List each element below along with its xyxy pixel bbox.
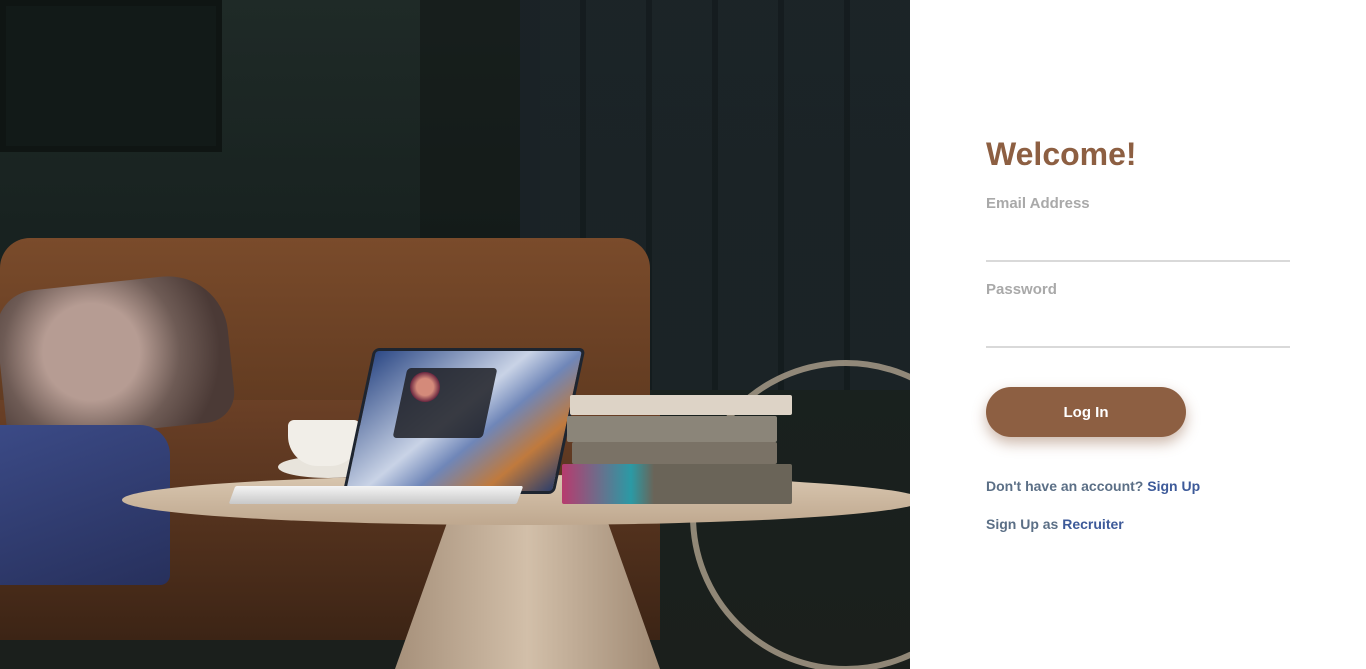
login-button[interactable]: Log In bbox=[986, 387, 1186, 437]
laptop-base bbox=[228, 486, 524, 504]
laptop-screen-avatar bbox=[410, 372, 440, 402]
signup-link[interactable]: Sign Up bbox=[1147, 478, 1200, 494]
page-title: Welcome! bbox=[986, 136, 1137, 172]
password-field[interactable] bbox=[986, 312, 1290, 348]
recruiter-signup-prefix: Sign Up as bbox=[986, 516, 1059, 532]
signup-prompt-line: Don't have an account? Sign Up bbox=[986, 478, 1200, 494]
signup-prompt-text: Don't have an account? bbox=[986, 478, 1144, 494]
book bbox=[562, 464, 792, 504]
laptop-screen-card bbox=[392, 368, 498, 438]
email-label: Email Address bbox=[986, 195, 1090, 212]
recruiter-signup-link[interactable]: Recruiter bbox=[1062, 516, 1123, 532]
wall-frame bbox=[0, 0, 222, 152]
password-label: Password bbox=[986, 281, 1057, 298]
email-field[interactable] bbox=[986, 226, 1290, 262]
recruiter-signup-line: Sign Up as Recruiter bbox=[986, 516, 1124, 532]
book bbox=[570, 395, 792, 415]
login-panel: Welcome! Email Address Password Log In D… bbox=[910, 0, 1366, 669]
hero-image bbox=[0, 0, 910, 669]
pillow bbox=[0, 270, 238, 444]
book bbox=[567, 416, 777, 442]
book bbox=[572, 442, 777, 464]
